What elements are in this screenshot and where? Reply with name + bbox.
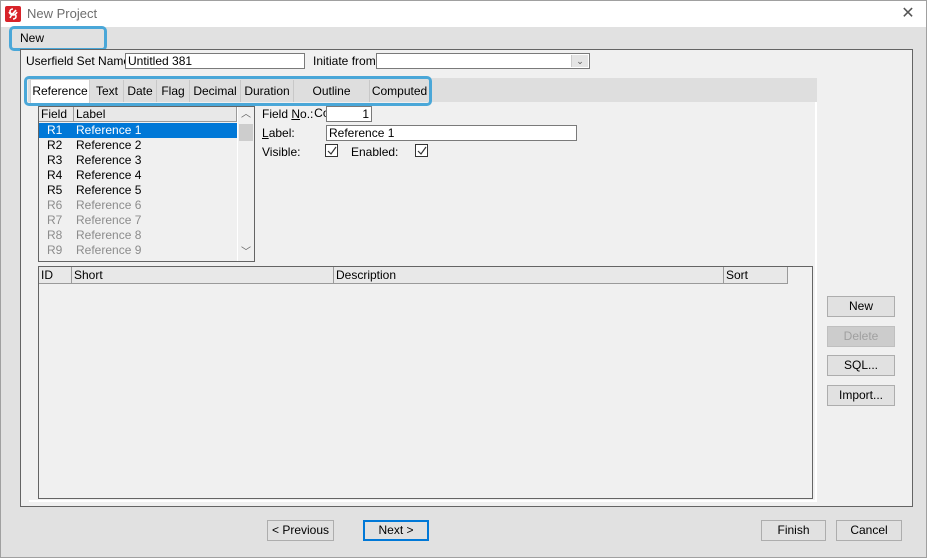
previous-button[interactable]: < Previous (267, 520, 334, 541)
column-header-short[interactable]: Short (72, 267, 334, 284)
list-item[interactable]: R2 Reference 2 (39, 138, 237, 153)
field-no-input[interactable]: 1 (326, 106, 372, 122)
scrollbar-thumb[interactable] (239, 124, 253, 141)
column-header-sort[interactable]: Sort (724, 267, 788, 284)
new-button[interactable]: New (827, 296, 895, 317)
finish-button[interactable]: Finish (761, 520, 826, 541)
list-item[interactable]: R8 Reference 8 (39, 228, 237, 243)
column-header-label[interactable]: Label (74, 107, 237, 122)
app-logo-icon (5, 6, 21, 22)
field-list[interactable]: Field Label R1 Reference 1 R2 Reference 2 … (38, 106, 255, 262)
highlight-new-userfieldset (9, 26, 107, 51)
sql-button[interactable]: SQL... (827, 355, 895, 376)
enabled-checkbox[interactable] (415, 144, 428, 157)
column-header-description[interactable]: Description (334, 267, 724, 284)
checkmark-icon (417, 146, 427, 155)
field-list-scrollbar[interactable]: ︿ ﹀ (237, 107, 254, 261)
column-header-id[interactable]: ID (39, 267, 72, 284)
checkmark-icon (327, 146, 337, 155)
chevron-down-icon[interactable]: ﹀ (238, 245, 254, 261)
label-label: Label: (262, 126, 295, 140)
label-input[interactable]: Reference 1 (326, 125, 577, 141)
list-item[interactable]: R6 Reference 6 (39, 198, 237, 213)
new-project-dialog: New Project ✕ New Userfieldset Userfield… (0, 0, 927, 558)
highlight-tabs (24, 76, 432, 106)
field-no-label: Field No.: (262, 107, 314, 121)
list-item[interactable]: R7 Reference 7 (39, 213, 237, 228)
cancel-button[interactable]: Cancel (836, 520, 902, 541)
list-item[interactable]: R5 Reference 5 (39, 183, 237, 198)
column-header-field[interactable]: Field (39, 107, 74, 122)
title-bar: New Project ✕ (1, 1, 926, 27)
set-name-label: Userfield Set Name : (26, 54, 137, 68)
list-item[interactable]: R9 Reference 9 (39, 243, 237, 258)
codes-grid[interactable]: ID Short Description Sort (38, 266, 813, 499)
initiate-from-select[interactable]: ⌄ (376, 53, 590, 69)
list-item[interactable]: R4 Reference 4 (39, 168, 237, 183)
close-icon[interactable]: ✕ (898, 4, 918, 24)
list-item[interactable]: R1 Reference 1 (39, 123, 237, 138)
initiate-from-label: Initiate from : (313, 54, 383, 68)
window-title: New Project (27, 6, 98, 21)
list-item[interactable]: R3 Reference 3 (39, 153, 237, 168)
delete-button[interactable]: Delete (827, 326, 895, 347)
chevron-up-icon[interactable]: ︿ (238, 107, 254, 123)
import-button[interactable]: Import... (827, 385, 895, 406)
visible-label: Visible: (262, 145, 301, 159)
next-button[interactable]: Next > (363, 520, 429, 541)
chevron-down-icon[interactable]: ⌄ (571, 55, 588, 67)
visible-checkbox[interactable] (325, 144, 338, 157)
enabled-label: Enabled: (351, 145, 399, 159)
set-name-input[interactable]: Untitled 381 (125, 53, 305, 69)
